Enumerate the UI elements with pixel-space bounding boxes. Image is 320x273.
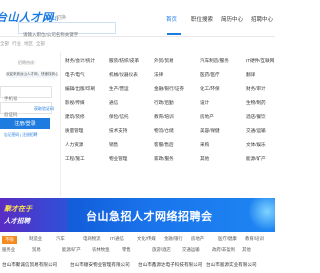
industry-filter-option[interactable]: 能源/矿产 [62, 247, 81, 253]
job-category-item[interactable]: 医药/医疗 [200, 72, 244, 78]
job-category-item[interactable]: 影视/传媒 [65, 100, 109, 106]
crumb-area[interactable]: 地区 [24, 41, 33, 47]
industry-filter-option[interactable]: 旅游/酒店 [152, 247, 171, 253]
job-category-item[interactable]: 财务/审计 [246, 86, 290, 92]
industry-filter-option[interactable]: 农林牧渔 [92, 247, 110, 253]
get-code-button[interactable]: 获取验证码 [34, 106, 54, 112]
industry-filter-option[interactable]: 政府/非盈利 [212, 247, 235, 253]
job-category-item[interactable]: 电子/电气 [65, 72, 109, 78]
job-category-item[interactable]: 家政/服务 [154, 156, 198, 162]
category-bar: 全部 行业 地区 全部 [0, 38, 275, 50]
job-category-item[interactable]: 翻译 [246, 72, 290, 78]
company-link[interactable]: 台山市鑫源达电子科技有限公司 [138, 262, 202, 268]
city-switch-link[interactable]: 切换 [56, 14, 66, 21]
main-section: 招聘热线： 欢迎来到台山人才网，快速找到心仪工作！ 获取验证码 注册/登录 忘记… [0, 52, 275, 196]
crumb-more[interactable]: 全部 [36, 41, 45, 47]
industry-filter-option[interactable]: 教育/培训 [245, 236, 264, 242]
login-button[interactable]: 注册/登录 [0, 118, 50, 129]
job-category-item[interactable]: 汽车制造/服务 [200, 58, 244, 64]
company-link[interactable]: 台山市富源实业有限公司 [206, 262, 257, 268]
industry-filter-option[interactable]: 医疗/健康 [218, 236, 237, 242]
job-category-item[interactable]: 化工/环保 [200, 86, 244, 92]
industry-filter-option[interactable]: IT/通信 [110, 236, 124, 242]
search-box [18, 22, 116, 40]
job-category-item[interactable]: 法律 [154, 72, 198, 78]
job-category-item[interactable]: 客服/售后 [154, 142, 198, 148]
login-card: 招聘热线： 欢迎来到台山人才网，快速找到心仪工作！ 获取验证码 注册/登录 忘记… [0, 52, 58, 196]
welcome-banner: 欢迎来到台山人才网，快速找到心仪工作！ [6, 71, 58, 78]
job-category-item[interactable]: 行政/后勤 [154, 100, 198, 106]
top-header: 台山人才网 [台山] 切换 首页 职位搜索 简历中心 招聘中心 [0, 0, 275, 40]
industry-filter-option[interactable]: 电商物流 [83, 236, 101, 242]
job-category-item[interactable]: 生产/营运 [109, 86, 153, 92]
nav-resume-center[interactable]: 简历中心 [221, 15, 243, 23]
job-category-item[interactable]: 教育/培训 [154, 114, 198, 120]
company-list: 台山市聚诚信贸易有限公司 台山市顺安物业管理有限公司 台山市鑫源达电子科技有限公司台… [0, 262, 275, 273]
industry-filter-option[interactable]: 房地产 [191, 236, 204, 242]
nav-home[interactable]: 首页 [166, 15, 177, 23]
job-category-item[interactable]: 人力资源 [65, 142, 109, 148]
industry-filter-row-1: 不限 制造业 汽车 电商物流 IT/通信 文化/传媒 金融/银行 房地产 医疗/健康 教育/培训 [0, 236, 275, 246]
industry-filter-option[interactable]: 其他 [242, 247, 251, 253]
job-category-item[interactable]: 编辑/出版/印刷 [65, 86, 109, 92]
job-category-item[interactable]: 通信 [109, 100, 153, 106]
job-category-item[interactable]: 技术支持 [109, 128, 153, 134]
job-category-item[interactable]: 文体/娱乐 [246, 142, 290, 148]
job-category-item[interactable]: 生物/制药 [246, 100, 290, 106]
industry-filter-option[interactable]: 交通运输 [182, 247, 200, 253]
industry-filter-option[interactable]: 零售 [122, 247, 131, 253]
job-category-item[interactable]: 质量管理 [65, 128, 109, 134]
job-category-item[interactable]: 物业管理 [109, 156, 153, 162]
industry-filter-option[interactable]: 不限 [2, 236, 17, 244]
industry-filter-row-2: 服务业 贸易 能源/矿产 农林牧渔 零售 旅游/酒店 交通运输 政府/非盈利 其他 [0, 247, 275, 257]
industry-filter-option[interactable]: 文化/传媒 [137, 236, 156, 242]
job-category-item[interactable]: 采购 [200, 142, 244, 148]
job-category-item[interactable]: 能源/矿产 [246, 156, 290, 162]
company-link[interactable]: 台山市顺安物业管理有限公司 [70, 262, 130, 268]
job-category-item[interactable]: 工程/施工 [65, 156, 109, 162]
job-category-item[interactable]: 其他 [200, 156, 244, 162]
banner-tagline-1: 聚才在于 [4, 206, 32, 213]
industry-filter-option[interactable]: 贸易 [32, 247, 41, 253]
banner-decoration [249, 198, 275, 232]
job-category-item[interactable]: 销售 [109, 142, 153, 148]
job-category-item[interactable]: 交通/运输 [246, 128, 290, 134]
job-category-item[interactable]: IT硬件/互联网 [246, 58, 290, 64]
promo-banner[interactable]: 聚才在于 人才招聘 台山急招人才网络招聘会 [0, 198, 275, 232]
industry-filter-option[interactable]: 金融/银行 [164, 236, 183, 242]
banner-title: 台山急招人才网络招聘会 [86, 211, 213, 223]
job-category-item[interactable]: 建筑/装修 [65, 114, 109, 120]
phone-field [0, 86, 52, 104]
job-category-item[interactable]: 外贸/贸易 [154, 58, 198, 64]
crumb-all[interactable]: 全部 [0, 41, 9, 47]
job-category-item[interactable]: 美容/保健 [200, 128, 244, 134]
job-category-item[interactable]: 服装/纺织/皮革 [109, 58, 153, 64]
industry-filter-option[interactable]: 制造业 [29, 236, 42, 242]
nav-job-search[interactable]: 职位搜索 [191, 15, 213, 23]
job-category-item[interactable]: 酒店/餐饮 [246, 114, 290, 120]
job-category-grid: 财务/会计/统计 服装/纺织/皮革 外贸/贸易 汽车制造/服务 IT硬件/互联网 电子/电… [60, 52, 276, 196]
crumb-industry[interactable]: 行业 [12, 41, 21, 47]
job-category-item[interactable]: 金融/银行/证券 [154, 86, 198, 92]
banner-tagline-2: 人才招聘 [4, 218, 30, 225]
company-link[interactable]: 台山市聚诚信贸易有限公司 [2, 262, 57, 268]
industry-filter-option[interactable]: 汽车 [56, 236, 65, 242]
login-links[interactable]: 忘记密码 | 注册招聘 [4, 133, 37, 138]
job-category-item[interactable]: 房地产 [200, 114, 244, 120]
job-category-item[interactable]: 机械/仪器仪表 [109, 72, 153, 78]
nav-active-indicator [167, 33, 181, 35]
hotline-label: 招聘热线： [18, 60, 38, 65]
banner-left-panel: 聚才在于 人才招聘 [0, 198, 68, 232]
nav-recruit-center[interactable]: 招聘中心 [251, 15, 273, 23]
job-category-item[interactable]: 物流/仓储 [154, 128, 198, 134]
job-category-item[interactable]: 保险/信托 [109, 114, 153, 120]
job-category-item[interactable]: 设计 [200, 100, 244, 106]
job-category-item[interactable]: 财务/会计/统计 [65, 58, 109, 64]
industry-filter-option[interactable]: 服务业 [2, 247, 15, 253]
